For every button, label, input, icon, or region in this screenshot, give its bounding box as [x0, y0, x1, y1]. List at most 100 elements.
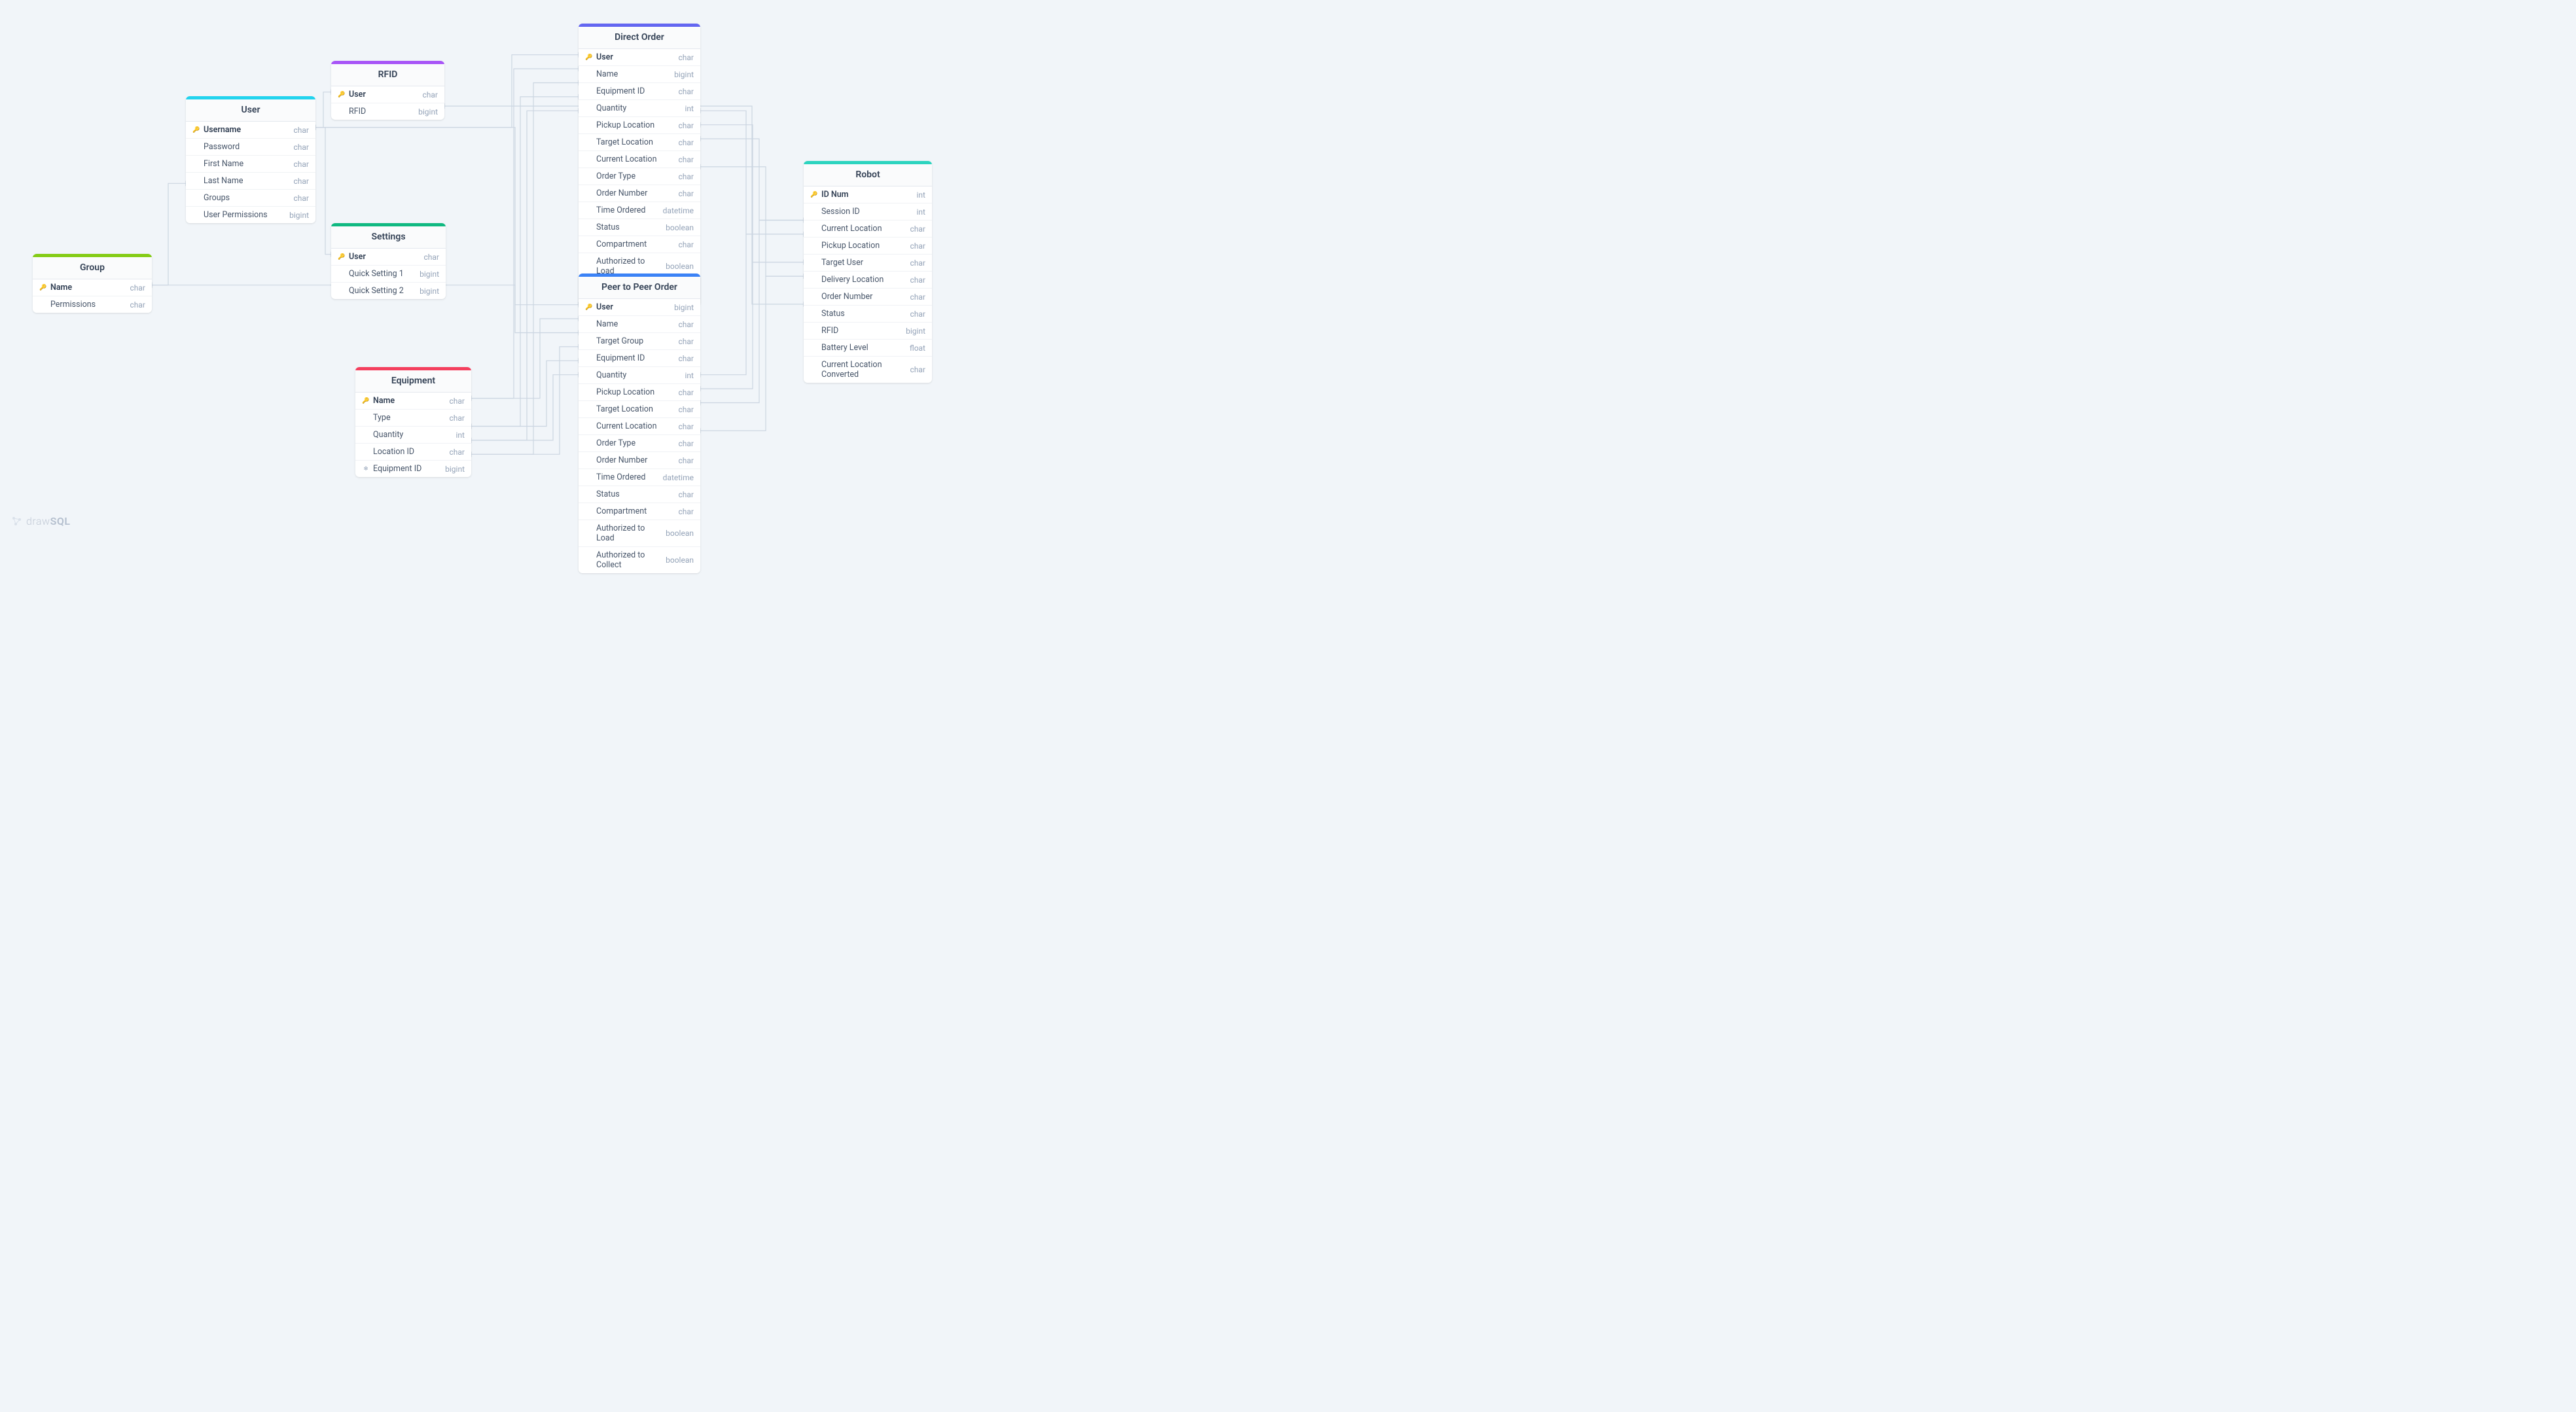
relationship-line[interactable]	[700, 276, 804, 431]
relationship-line[interactable]	[152, 183, 186, 285]
table-row[interactable]: 🔑Usernamechar	[186, 122, 315, 139]
table-row[interactable]: Namechar	[579, 316, 700, 333]
relationship-line[interactable]	[471, 347, 579, 454]
table-row[interactable]: Target Groupchar	[579, 333, 700, 350]
table-row[interactable]: 🔑ID Numint	[804, 186, 932, 203]
table-row[interactable]: Equipment IDchar	[579, 350, 700, 367]
table-row[interactable]: Quantityint	[355, 427, 471, 444]
table-row[interactable]: Location IDchar	[355, 444, 471, 461]
column-type: char	[679, 172, 694, 181]
relationship-line[interactable]	[700, 111, 804, 234]
table-row[interactable]: Pickup Locationchar	[579, 117, 700, 134]
relationship-line[interactable]	[700, 262, 804, 389]
table-row[interactable]: Battery Levelfloat	[804, 340, 932, 357]
table-row[interactable]: 🔑Namechar	[33, 279, 152, 296]
table-row[interactable]: Session ID int	[804, 203, 932, 221]
relationship-line[interactable]	[471, 111, 579, 440]
column-name: Username	[204, 125, 289, 135]
table-row[interactable]: Order Numberchar	[804, 289, 932, 306]
table-row[interactable]: Current Locationchar	[579, 151, 700, 168]
relationship-line[interactable]	[471, 97, 579, 427]
table-row[interactable]: RFIDbigint	[331, 103, 444, 120]
table-row[interactable]: Quantityint	[579, 367, 700, 384]
table-row[interactable]: Equipment IDchar	[579, 83, 700, 100]
relationship-line[interactable]	[700, 139, 804, 220]
table-row[interactable]: Target Userchar	[804, 255, 932, 272]
table-row[interactable]: Authorized to Collectboolean	[579, 547, 700, 573]
table-row[interactable]: Groupschar	[186, 190, 315, 207]
table-row[interactable]: Order Numberchar	[579, 452, 700, 469]
table-row[interactable]: Current Location Convertedchar	[804, 357, 932, 383]
table-row[interactable]: Time Ordereddatetime	[579, 469, 700, 486]
relationship-line[interactable]	[471, 83, 579, 455]
table-row[interactable]: Order Numberchar	[579, 185, 700, 202]
table-row[interactable]: Passwordchar	[186, 139, 315, 156]
table-row[interactable]: Current Locationchar	[579, 418, 700, 435]
table-p2p_order[interactable]: Peer to Peer Order🔑UserbigintNamecharTar…	[579, 274, 700, 573]
column-type: datetime	[663, 206, 694, 215]
relationship-line[interactable]	[700, 167, 804, 276]
table-row[interactable]: 🔑Userchar	[579, 49, 700, 66]
table-robot[interactable]: Robot🔑ID Numint Session ID int Current Loca…	[804, 161, 932, 383]
table-row[interactable]: Current Locationchar	[804, 221, 932, 238]
table-rfid[interactable]: RFID🔑UsercharRFIDbigint	[331, 61, 444, 120]
table-row[interactable]: 🔑Userchar	[331, 86, 444, 103]
column-type: char	[679, 155, 694, 164]
table-row[interactable]: Time Ordereddatetime	[579, 202, 700, 219]
table-row[interactable]: Compartmentchar	[579, 236, 700, 253]
table-user[interactable]: User🔑UsernamecharPasswordcharFirst Namec…	[186, 96, 315, 223]
table-group[interactable]: Group🔑NamecharPermissionschar	[33, 254, 152, 313]
column-name: Quantity	[596, 103, 680, 113]
table-row[interactable]: Namebigint	[579, 66, 700, 83]
table-row[interactable]: Quantityint	[579, 100, 700, 117]
relationship-line[interactable]	[315, 128, 331, 255]
table-title: Robot	[804, 164, 932, 186]
table-row[interactable]: 🔑Userbigint	[579, 299, 700, 316]
column-name: Order Type	[596, 171, 673, 181]
table-row[interactable]: Target Locationchar	[579, 134, 700, 151]
relationship-line[interactable]	[471, 69, 579, 398]
table-row[interactable]: RFIDbigint	[804, 323, 932, 340]
column-name: Time Ordered	[596, 472, 658, 482]
column-type: int	[917, 207, 925, 217]
table-row[interactable]: Quick Setting 2bigint	[331, 283, 446, 299]
table-row[interactable]: ❄Equipment IDbigint	[355, 461, 471, 477]
relationship-line[interactable]	[471, 319, 579, 398]
relationship-line[interactable]	[700, 234, 804, 375]
table-row[interactable]: Permissionschar	[33, 296, 152, 313]
column-name: Name	[596, 319, 673, 329]
table-row[interactable]: Pickup Locationchar	[579, 384, 700, 401]
table-row[interactable]: 🔑Userchar	[331, 249, 446, 266]
column-type: char	[679, 337, 694, 346]
table-settings[interactable]: Settings🔑UsercharQuick Setting 1bigintQu…	[331, 223, 446, 299]
column-type: char	[679, 240, 694, 249]
table-row[interactable]: Order Typechar	[579, 435, 700, 452]
table-row[interactable]: User Permissionsbigint	[186, 207, 315, 223]
table-row[interactable]: Compartmentchar	[579, 503, 700, 520]
table-row[interactable]: Delivery Locationchar	[804, 272, 932, 289]
relationship-line[interactable]	[315, 92, 331, 128]
table-row[interactable]: Authorized to Loadboolean	[579, 520, 700, 547]
table-equipment[interactable]: Equipment🔑NamecharTypecharQuantityintLoc…	[355, 367, 471, 477]
column-name: Delivery Location	[821, 275, 905, 285]
table-row[interactable]: Pickup Locationchar	[804, 238, 932, 255]
table-row[interactable]: First Namechar	[186, 156, 315, 173]
relationship-line[interactable]	[471, 375, 579, 440]
relationship-line[interactable]	[471, 361, 579, 426]
table-row[interactable]: Statusboolean	[579, 219, 700, 236]
table-direct_order[interactable]: Direct Order🔑UsercharNamebigintEquipment…	[579, 24, 700, 306]
column-name: Session ID	[821, 207, 912, 217]
table-row[interactable]: Statuschar	[579, 486, 700, 503]
table-row[interactable]: Quick Setting 1bigint	[331, 266, 446, 283]
column-type: char	[423, 90, 438, 99]
table-row[interactable]: Last Namechar	[186, 173, 315, 190]
relationship-line[interactable]	[700, 221, 804, 403]
relationship-line[interactable]	[700, 125, 804, 262]
table-row[interactable]: Typechar	[355, 410, 471, 427]
table-row[interactable]: Order Type char	[579, 168, 700, 185]
table-row[interactable]: Target Locationchar	[579, 401, 700, 418]
table-row[interactable]: 🔑Namechar	[355, 393, 471, 410]
erd-canvas[interactable]: Group🔑NamecharPermissionschar User🔑Userna…	[0, 0, 1008, 537]
column-name: Status	[596, 222, 660, 232]
table-row[interactable]: Statuschar	[804, 306, 932, 323]
